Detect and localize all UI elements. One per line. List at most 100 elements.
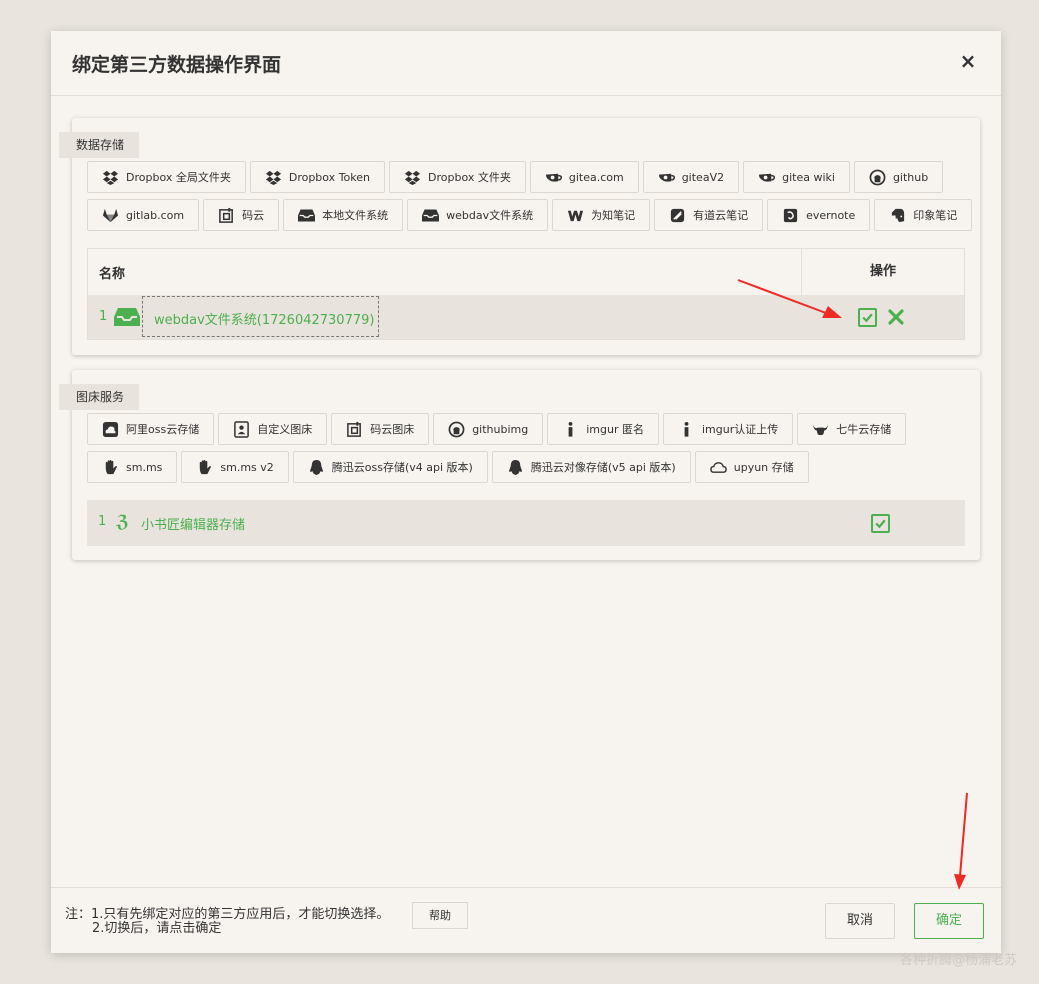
- service-button-label: 码云: [242, 209, 265, 222]
- evernote-icon: [782, 207, 799, 224]
- check-icon: [875, 519, 886, 529]
- service-button[interactable]: imgur认证上传: [662, 413, 794, 445]
- service-button-label: 七牛云存储: [836, 423, 892, 436]
- service-button[interactable]: webdav文件系统: [407, 199, 549, 231]
- service-button-label: evernote: [806, 208, 856, 222]
- gitee-icon: [346, 421, 363, 438]
- gitea-icon: [545, 169, 562, 186]
- dropbox-icon: [265, 169, 282, 186]
- service-button[interactable]: 码云图床: [331, 413, 430, 445]
- delete-x-icon[interactable]: [887, 308, 905, 326]
- service-button[interactable]: github: [853, 161, 944, 193]
- service-button[interactable]: githubimg: [433, 413, 544, 445]
- service-button-label: gitlab.com: [126, 208, 185, 222]
- inbox-icon: [114, 307, 140, 327]
- service-button-label: giteaV2: [681, 170, 725, 184]
- youdao-icon: [669, 207, 686, 224]
- service-button-label: 为知笔记: [591, 209, 636, 222]
- service-button-label: 本地文件系统: [322, 209, 389, 222]
- service-button[interactable]: Dropbox Token: [249, 161, 385, 193]
- column-header-action: 操作: [801, 249, 964, 295]
- aliyun-cloud-icon: [102, 421, 119, 438]
- select-check-button[interactable]: [858, 308, 877, 327]
- service-button[interactable]: gitea wiki: [743, 161, 850, 193]
- service-button[interactable]: 阿里oss云存储: [87, 413, 215, 445]
- service-button[interactable]: 自定义图床: [218, 413, 328, 445]
- service-button-label: 有道云笔记: [693, 209, 749, 222]
- elephant-icon: [889, 207, 906, 224]
- image-host-panel: 图床服务 阿里oss云存储 自定义图床 码云图床 githubimg imgur 匿名 i…: [59, 370, 980, 560]
- table-row[interactable]: 1 webdav文件系统(1726042730779): [88, 295, 964, 339]
- storage-button-row-1: Dropbox 全局文件夹 Dropbox Token Dropbox 文件夹 git…: [87, 161, 944, 193]
- service-button[interactable]: evernote: [767, 199, 871, 231]
- selected-image-host-row[interactable]: 1 ℨ 小书匠编辑器存储: [87, 500, 965, 546]
- gitee-icon: [218, 207, 235, 224]
- inbox-icon: [422, 207, 440, 224]
- cloud-outline-icon: [709, 459, 727, 476]
- wiz-icon: [567, 207, 584, 224]
- watermark: 各种折腾@杨浦老苏: [900, 953, 1018, 968]
- github-icon: [869, 169, 886, 186]
- service-button-label: sm.ms: [126, 460, 163, 474]
- service-button[interactable]: 有道云笔记: [654, 199, 764, 231]
- dialog-header: 绑定第三方数据操作界面 ×: [51, 31, 1001, 96]
- service-button-label: 腾迅云oss存储(v4 api 版本): [331, 461, 473, 474]
- service-button[interactable]: sm.ms v2: [181, 451, 289, 483]
- service-button-label: 印象笔记: [913, 209, 958, 222]
- service-button[interactable]: 腾迅云对像存储(v5 api 版本): [491, 451, 691, 483]
- gitea-icon: [758, 169, 776, 186]
- note-line-2: 2.切换后，请点击确定: [92, 921, 222, 936]
- service-button[interactable]: gitlab.com: [87, 199, 200, 231]
- row-index: 1: [98, 514, 107, 529]
- service-button-label: Dropbox 文件夹: [428, 171, 511, 184]
- service-button-label: imgur认证上传: [701, 423, 779, 436]
- service-button[interactable]: Dropbox 文件夹: [389, 161, 526, 193]
- storage-button-row-2: gitlab.com 码云 本地文件系统 webdav文件系统 为知笔记 有道云笔记 eve…: [87, 199, 973, 231]
- dropbox-icon: [102, 169, 119, 186]
- gitlab-icon: [102, 207, 119, 224]
- data-storage-section-label: 数据存储: [59, 132, 140, 158]
- row-label-focus-box[interactable]: webdav文件系统(1726042730779): [142, 296, 379, 337]
- service-button[interactable]: giteaV2: [642, 161, 740, 193]
- service-button[interactable]: 为知笔记: [552, 199, 651, 231]
- service-button-label: sm.ms v2: [220, 460, 274, 474]
- service-button-label: 腾迅云对像存储(v5 api 版本): [530, 461, 676, 474]
- service-button-label: 码云图床: [370, 423, 415, 436]
- service-button[interactable]: upyun 存储: [694, 451, 809, 483]
- service-button[interactable]: imgur 匿名: [547, 413, 659, 445]
- service-button[interactable]: 印象笔记: [874, 199, 973, 231]
- service-button-label: 自定义图床: [257, 423, 313, 436]
- column-header-name: 名称: [99, 267, 126, 282]
- bull-icon: [812, 421, 829, 438]
- service-button[interactable]: 七牛云存储: [797, 413, 907, 445]
- qq-penguin-icon: [507, 459, 524, 476]
- help-button[interactable]: 帮助: [412, 902, 468, 929]
- service-button[interactable]: sm.ms: [87, 451, 178, 483]
- inbox-icon: [298, 207, 316, 224]
- dialog-footer: 注：1.只有先绑定对应的第三方应用后，才能切换选择。 2.切换后，请点击确定 帮…: [51, 887, 1001, 953]
- selected-image-host-label: 小书匠编辑器存储: [141, 518, 246, 533]
- row-label: webdav文件系统(1726042730779): [154, 313, 375, 328]
- cancel-button[interactable]: 取消: [825, 903, 895, 939]
- service-button-label: github: [892, 170, 929, 184]
- info-icon: [678, 421, 695, 438]
- close-button[interactable]: ×: [956, 49, 980, 73]
- service-button[interactable]: 腾迅云oss存储(v4 api 版本): [292, 451, 488, 483]
- service-button[interactable]: gitea.com: [529, 161, 639, 193]
- service-button[interactable]: 本地文件系统: [283, 199, 404, 231]
- bind-third-party-dialog: 绑定第三方数据操作界面 × 数据存储 Dropbox 全局文件夹 Dropbox …: [51, 31, 1001, 953]
- github-icon: [448, 421, 465, 438]
- service-button-label: gitea.com: [568, 170, 624, 184]
- image-host-button-row-1: 阿里oss云存储 自定义图床 码云图床 githubimg imgur 匿名 imgur认…: [87, 413, 907, 445]
- service-button[interactable]: 码云: [203, 199, 280, 231]
- service-button-label: Dropbox Token: [288, 170, 370, 184]
- image-host-section-label: 图床服务: [59, 384, 140, 410]
- dropbox-icon: [404, 169, 421, 186]
- confirm-button[interactable]: 确定: [914, 903, 984, 939]
- data-storage-panel: 数据存储 Dropbox 全局文件夹 Dropbox Token Dropbox 文…: [59, 118, 980, 355]
- row-index: 1: [99, 309, 108, 324]
- service-button-label: gitea wiki: [782, 170, 835, 184]
- select-check-button[interactable]: [871, 514, 890, 533]
- service-button-label: 阿里oss云存储: [126, 423, 200, 436]
- service-button[interactable]: Dropbox 全局文件夹: [87, 161, 246, 193]
